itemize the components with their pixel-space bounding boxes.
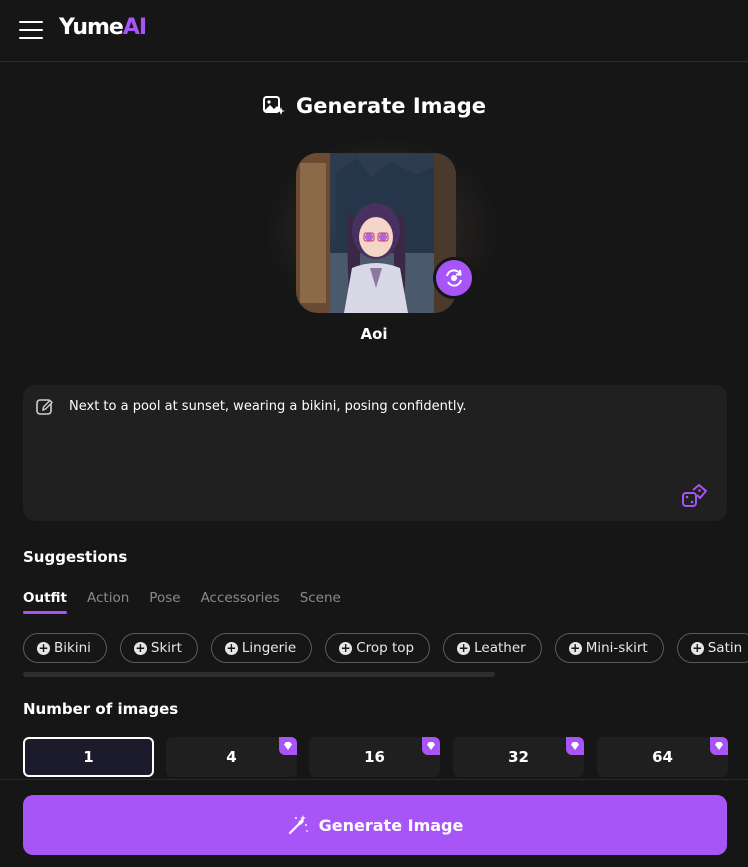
page-title: Generate Image [296,94,486,118]
character-avatar-image [296,153,456,313]
count-option-64[interactable]: 64 [597,737,728,777]
chip-label: Mini-skirt [585,640,648,656]
gem-icon [422,737,440,755]
chip-crop-top[interactable]: + Crop top [325,633,431,663]
chip-label: Skirt [150,640,182,656]
tab-outfit[interactable]: Outfit [23,590,68,614]
prompt-text[interactable]: Next to a pool at sunset, wearing a biki… [69,399,467,414]
dice-icon[interactable] [681,482,709,510]
swap-character-button[interactable] [433,257,475,299]
generate-button-label: Generate Image [318,815,464,835]
generate-image-button[interactable]: Generate Image [23,795,727,855]
chip-label: Bikini [54,640,91,656]
count-label: 4 [226,748,237,766]
character-avatar[interactable] [296,153,456,313]
chip-satin[interactable]: + Satin [676,633,748,663]
plus-icon: + [568,640,582,655]
tab-action[interactable]: Action [87,590,129,612]
magic-wand-icon [288,815,308,835]
chip-bikini[interactable]: + Bikini [23,633,107,663]
plus-icon: + [457,640,471,655]
hamburger-menu-icon[interactable] [19,21,43,39]
tab-pose[interactable]: Pose [149,590,180,612]
gem-icon [566,737,584,755]
tab-scene[interactable]: Scene [300,590,341,612]
gem-icon [279,737,297,755]
plus-icon: + [133,640,147,655]
suggestions-title: Suggestions [23,548,128,566]
count-label: 16 [364,748,385,766]
plus-icon: + [690,640,704,655]
plus-icon: + [37,640,50,655]
chip-label: Crop top [356,640,415,656]
suggestion-chips: + Bikini + Skirt + Lingerie + Crop top + Leat… [23,633,748,663]
tab-accessories[interactable]: Accessories [201,590,280,612]
logo-accent-text: AI [122,15,147,40]
plus-icon: + [224,640,238,655]
prompt-textarea[interactable]: Next to a pool at sunset, wearing a biki… [23,385,727,521]
gem-icon [710,737,728,755]
plus-icon: + [339,640,353,655]
chip-label: Lingerie [241,640,297,656]
number-of-images-title: Number of images [23,700,179,718]
edit-pen-icon [36,399,53,415]
app-logo[interactable]: YumeAI [59,15,147,40]
chip-lingerie[interactable]: + Lingerie [210,633,313,663]
logo-text: Yume [59,15,124,40]
character-name: Aoi [360,325,388,343]
count-option-16[interactable]: 16 [309,737,440,777]
chip-label: Satin [707,640,743,656]
count-option-1[interactable]: 1 [23,737,154,777]
suggestion-tabs: Outfit Action Pose Accessories Scene [23,590,341,614]
image-sparkle-icon [263,96,286,115]
count-label: 32 [508,748,529,766]
chip-leather[interactable]: + Leather [443,633,542,663]
chip-mini-skirt[interactable]: + Mini-skirt [554,633,664,663]
count-option-32[interactable]: 32 [453,737,584,777]
count-label: 1 [83,748,94,766]
swap-character-icon [446,269,462,287]
bottom-action-bar: Generate Image [0,779,748,867]
app-header: YumeAI [0,0,748,62]
page-title-row: Generate Image [0,90,748,122]
count-option-4[interactable]: 4 [166,737,297,777]
chip-label: Leather [474,640,526,656]
chip-skirt[interactable]: + Skirt [119,633,198,663]
count-label: 64 [652,748,673,766]
chips-scrollbar[interactable] [23,672,495,677]
